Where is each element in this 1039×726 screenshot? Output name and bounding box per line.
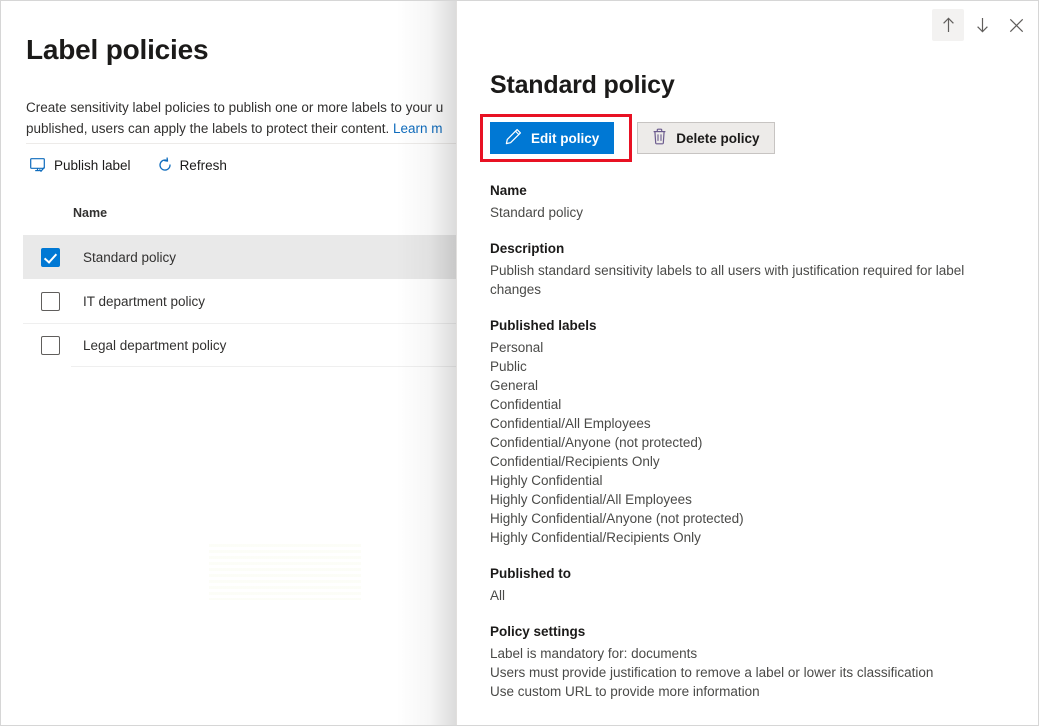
page-title: Label policies (26, 34, 208, 66)
section-value: Personal Public General Confidential Con… (490, 338, 1000, 547)
list-item: Highly Confidential/Anyone (not protecte… (490, 509, 1000, 528)
section-published-to: Published to All (490, 566, 1000, 605)
row-checkbox[interactable] (41, 248, 60, 267)
close-panel-button[interactable] (1000, 9, 1032, 41)
policy-details-panel: Standard policy Edit policy (456, 1, 1039, 725)
edit-policy-label: Edit policy (531, 131, 599, 146)
list-item: Users must provide justification to remo… (490, 663, 1000, 682)
list-item: Public (490, 357, 1000, 376)
section-description: Description Publish standard sensitivity… (490, 241, 1000, 299)
section-value: Publish standard sensitivity labels to a… (490, 261, 1000, 299)
section-published-labels: Published labels Personal Public General… (490, 318, 1000, 547)
section-policy-settings: Policy settings Label is mandatory for: … (490, 624, 1000, 701)
refresh-icon (157, 157, 173, 173)
list-item: Highly Confidential/Recipients Only (490, 528, 1000, 547)
publish-label-button[interactable]: Publish label (26, 155, 135, 176)
section-heading: Published to (490, 566, 1000, 581)
list-item: Personal (490, 338, 1000, 357)
arrow-up-icon (941, 17, 956, 33)
row-label: IT department policy (83, 294, 205, 309)
row-checkbox[interactable] (41, 292, 60, 311)
trash-icon (652, 128, 667, 148)
page-description-line1: Create sensitivity label policies to pub… (26, 100, 443, 115)
policy-list: Standard policy IT department policy Leg… (23, 235, 471, 367)
list-bottom-divider (71, 366, 471, 367)
row-label: Legal department policy (83, 338, 226, 353)
refresh-text: Refresh (180, 158, 227, 173)
watermark-left (209, 544, 361, 600)
label-policies-page: Label policies Create sensitivity label … (0, 0, 1039, 726)
panel-nav-controls (932, 9, 1032, 41)
table-row[interactable]: Legal department policy (23, 323, 471, 367)
column-header-name: Name (73, 206, 107, 220)
policy-details: Name Standard policy Description Publish… (490, 183, 1000, 720)
command-bar: Publish label Refresh (26, 154, 231, 176)
row-checkbox[interactable] (41, 336, 60, 355)
list-item: Confidential/All Employees (490, 414, 1000, 433)
previous-item-button[interactable] (932, 9, 964, 41)
section-heading: Description (490, 241, 1000, 256)
arrow-down-icon (975, 17, 990, 33)
section-value: All (490, 586, 1000, 605)
page-description-line2: published, users can apply the labels to… (26, 121, 393, 136)
list-item: Highly Confidential (490, 471, 1000, 490)
section-name: Name Standard policy (490, 183, 1000, 222)
delete-policy-button[interactable]: Delete policy (637, 122, 774, 154)
edit-policy-button[interactable]: Edit policy (490, 122, 614, 154)
main-content-area: Label policies Create sensitivity label … (1, 1, 471, 725)
publish-label-text: Publish label (54, 158, 131, 173)
table-row[interactable]: IT department policy (23, 279, 471, 323)
publish-monitor-icon (30, 158, 47, 173)
section-value: Standard policy (490, 203, 1000, 222)
page-description: Create sensitivity label policies to pub… (26, 97, 471, 139)
learn-more-link[interactable]: Learn m (393, 121, 443, 136)
list-item: Confidential (490, 395, 1000, 414)
delete-policy-label: Delete policy (676, 131, 759, 146)
command-bar-divider (26, 143, 471, 144)
refresh-button[interactable]: Refresh (153, 154, 231, 176)
list-item: Confidential/Recipients Only (490, 452, 1000, 471)
panel-title: Standard policy (490, 71, 675, 100)
section-value: Label is mandatory for: documents Users … (490, 644, 1000, 701)
row-label: Standard policy (83, 250, 176, 265)
list-item: Label is mandatory for: documents (490, 644, 1000, 663)
section-heading: Published labels (490, 318, 1000, 333)
section-heading: Name (490, 183, 1000, 198)
panel-action-bar: Edit policy Delete policy (490, 122, 775, 154)
list-item: Confidential/Anyone (not protected) (490, 433, 1000, 452)
next-item-button[interactable] (966, 9, 998, 41)
close-icon (1009, 18, 1024, 33)
list-item: Use custom URL to provide more informati… (490, 682, 1000, 701)
list-item: General (490, 376, 1000, 395)
table-row[interactable]: Standard policy (23, 235, 471, 279)
list-item: Highly Confidential/All Employees (490, 490, 1000, 509)
section-heading: Policy settings (490, 624, 1000, 639)
pencil-icon (505, 128, 522, 148)
